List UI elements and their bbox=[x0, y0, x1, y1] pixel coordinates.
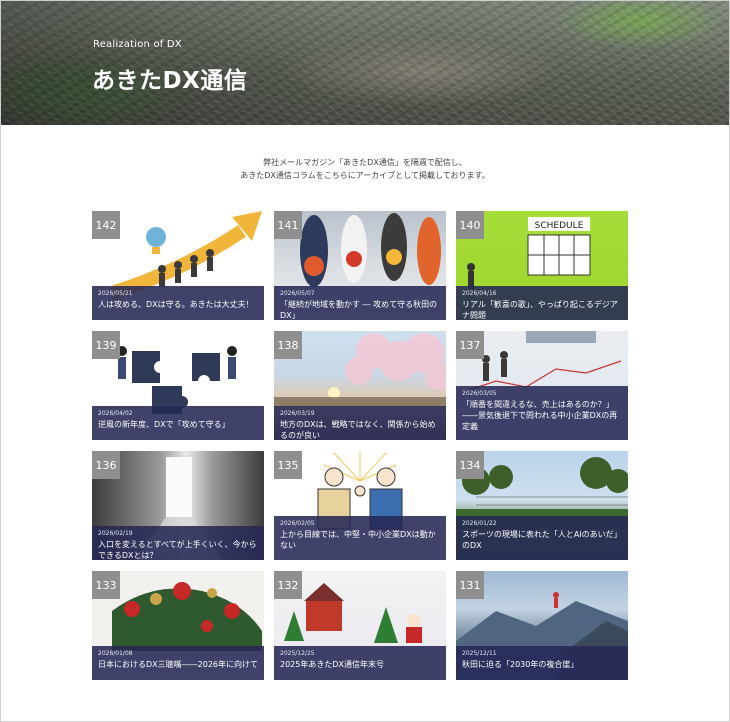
article-card-142[interactable]: 142 2026/05/21 人は攻める、DXは守る。あきたは大丈夫！ bbox=[92, 211, 264, 320]
issue-number-badge: 134 bbox=[456, 451, 484, 479]
article-card-131[interactable]: 131 2025/12/11 秋田に迫る「2030年の複合崖」 bbox=[456, 571, 628, 680]
article-card-136[interactable]: 136 2026/02/19 入口を変えるとすべてが上手くいく、今からできるDX… bbox=[92, 451, 264, 560]
issue-number-badge: 142 bbox=[92, 211, 120, 239]
article-caption: 2026/04/02 逆風の新年度、DXで「攻めて守る」 bbox=[92, 406, 264, 440]
article-title: 「継続が地域を動かす ― 攻めて守る秋田のDX」 bbox=[280, 300, 438, 320]
article-card-132[interactable]: 132 2025/12/25 2025年あきたDX通信年末号 bbox=[274, 571, 446, 680]
article-title: 「順番を間違えるな、売上はあるのか？」――景気後退下で問われる中小企業DXの再定… bbox=[462, 400, 618, 431]
article-caption: 2026/05/07 「継続が地域を動かす ― 攻めて守る秋田のDX」 bbox=[274, 286, 446, 320]
article-caption: 2025/12/11 秋田に迫る「2030年の複合崖」 bbox=[456, 646, 628, 680]
article-card-133[interactable]: 133 2026/01/08 日本におけるDX三聴嘴――2026年に向けて bbox=[92, 571, 264, 680]
article-title: 日本におけるDX三聴嘴――2026年に向けて bbox=[98, 660, 258, 669]
page-title: あきたDX通信 bbox=[92, 68, 248, 94]
article-title: 2025年あきたDX通信年末号 bbox=[280, 660, 384, 669]
article-title: 上から目線では、中堅・中小企業DXは動かない bbox=[280, 530, 436, 550]
article-date: 2026/02/19 bbox=[98, 530, 133, 537]
article-date: 2026/03/19 bbox=[280, 410, 315, 417]
issue-number-badge: 141 bbox=[274, 211, 302, 239]
schedule-sign-text: SCHEDULE bbox=[535, 221, 584, 231]
article-date: 2026/03/05 bbox=[462, 390, 497, 397]
article-date: 2026/04/16 bbox=[462, 290, 497, 297]
issue-number-badge: 132 bbox=[274, 571, 302, 599]
intro-text: 弊社メールマガジン「あきたDX通信」を隔週で配信し、 あきたDX通信コラムをこち… bbox=[0, 156, 730, 182]
article-caption: 2026/03/05 「順番を間違えるな、売上はあるのか？」――景気後退下で問わ… bbox=[456, 386, 628, 440]
article-caption: 2026/04/16 リアル「歓喜の歌」、やっぱり起こるデジアナ問題 bbox=[456, 286, 628, 320]
article-date: 2026/02/05 bbox=[280, 520, 315, 527]
article-card-139[interactable]: 139 2026/04/02 逆風の新年度、DXで「攻めて守る」 bbox=[92, 331, 264, 440]
issue-number-badge: 136 bbox=[92, 451, 120, 479]
issue-number-badge: 138 bbox=[274, 331, 302, 359]
article-date: 2026/04/02 bbox=[98, 410, 133, 417]
article-title: 人は攻める、DXは守る。あきたは大丈夫！ bbox=[98, 300, 254, 309]
article-card-135[interactable]: 135 2026/02/05 上から目線では、中堅・中小企業DXは動かない bbox=[274, 451, 446, 560]
article-date: 2025/12/25 bbox=[280, 650, 315, 657]
issue-number-badge: 131 bbox=[456, 571, 484, 599]
article-title: 秋田に迫る「2030年の複合崖」 bbox=[462, 660, 579, 669]
article-caption: 2026/03/19 地方のDXは、戦略ではなく、関係から始めるのが良い bbox=[274, 406, 446, 440]
article-card-141[interactable]: 141 2026/05/07 「継続が地域を動かす ― 攻めて守る秋田のDX」 bbox=[274, 211, 446, 320]
article-card-134[interactable]: 134 2026/01/22 スポーツの現場に表れた「人とAIのあいだ」のDX bbox=[456, 451, 628, 560]
article-title: リアル「歓喜の歌」、やっぱり起こるデジアナ問題 bbox=[462, 300, 618, 320]
article-caption: 2026/02/19 入口を変えるとすべてが上手くいく、今からできるDXとは？ bbox=[92, 526, 264, 560]
article-caption: 2026/01/08 日本におけるDX三聴嘴――2026年に向けて bbox=[92, 646, 264, 680]
article-card-137[interactable]: 137 2026/03/05 「順番を間違えるな、売上はあるのか？」――景気後退… bbox=[456, 331, 628, 440]
hero-banner: Realization of DX あきたDX通信 bbox=[1, 1, 729, 125]
hero-subtitle: Realization of DX bbox=[93, 39, 182, 50]
article-date: 2026/01/22 bbox=[462, 520, 497, 527]
article-date: 2025/12/11 bbox=[462, 650, 497, 657]
article-date: 2026/05/07 bbox=[280, 290, 315, 297]
issue-number-badge: 139 bbox=[92, 331, 120, 359]
article-date: 2026/05/21 bbox=[98, 290, 133, 297]
intro-line-2: あきたDX通信コラムをこちらにアーカイブとして掲載しております。 bbox=[240, 171, 490, 180]
article-title: スポーツの現場に表れた「人とAIのあいだ」のDX bbox=[462, 530, 622, 550]
article-caption: 2026/02/05 上から目線では、中堅・中小企業DXは動かない bbox=[274, 516, 446, 560]
article-caption: 2025/12/25 2025年あきたDX通信年末号 bbox=[274, 646, 446, 680]
article-title: 地方のDXは、戦略ではなく、関係から始めるのが良い bbox=[280, 420, 436, 440]
article-caption: 2026/01/22 スポーツの現場に表れた「人とAIのあいだ」のDX bbox=[456, 516, 628, 560]
article-title: 逆風の新年度、DXで「攻めて守る」 bbox=[98, 420, 230, 429]
issue-number-badge: 135 bbox=[274, 451, 302, 479]
article-card-138[interactable]: 138 2026/03/19 地方のDXは、戦略ではなく、関係から始めるのが良い bbox=[274, 331, 446, 440]
article-date: 2026/01/08 bbox=[98, 650, 133, 657]
intro-line-1: 弊社メールマガジン「あきたDX通信」を隔週で配信し、 bbox=[263, 158, 467, 167]
issue-number-badge: 137 bbox=[456, 331, 484, 359]
article-caption: 2026/05/21 人は攻める、DXは守る。あきたは大丈夫！ bbox=[92, 286, 264, 320]
issue-number-badge: 140 bbox=[456, 211, 484, 239]
article-card-140[interactable]: SCHEDULE 140 2026/04/16 リアル「歓喜の歌」、やっぱり起こ… bbox=[456, 211, 628, 320]
article-title: 入口を変えるとすべてが上手くいく、今からできるDXとは？ bbox=[98, 540, 257, 560]
issue-number-badge: 133 bbox=[92, 571, 120, 599]
